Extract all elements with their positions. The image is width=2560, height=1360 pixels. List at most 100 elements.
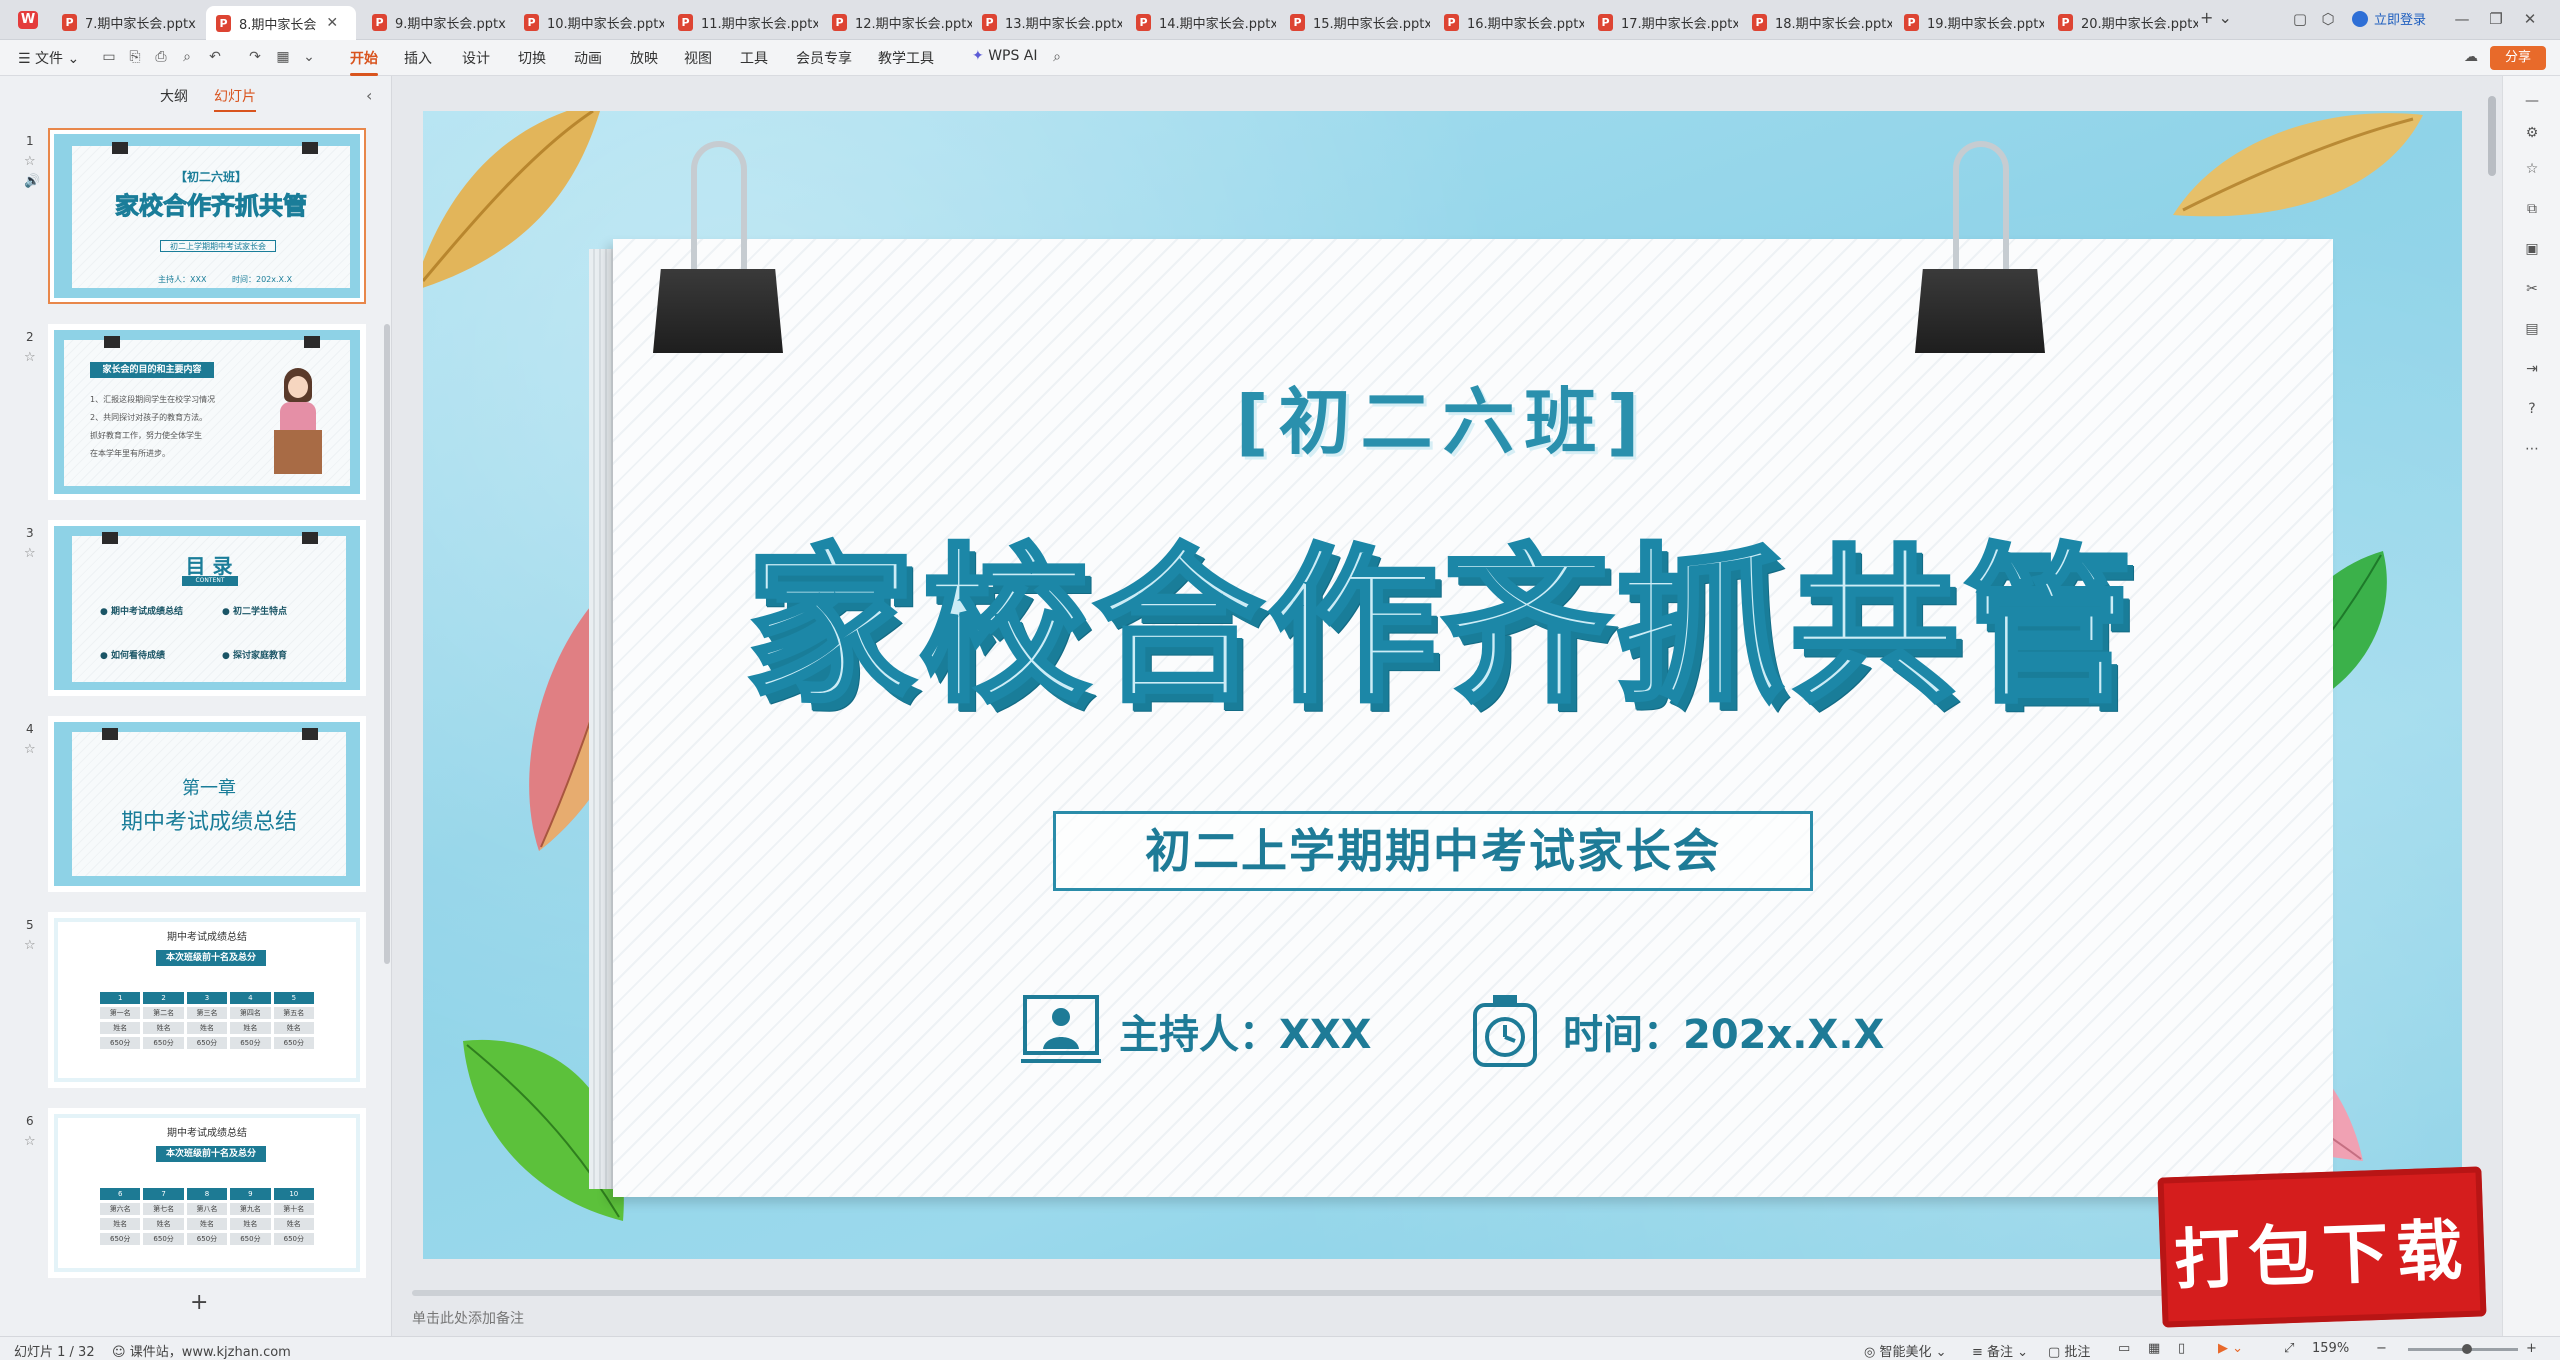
slide-number: 6 [26, 1114, 34, 1128]
menu-tab[interactable]: 插入 [404, 48, 432, 68]
document-tab[interactable]: P 10.期中家长会.pptx [514, 6, 664, 38]
document-tab[interactable]: P 7.期中家长会.pptx [52, 6, 202, 38]
export-icon[interactable]: ⇥ [2523, 360, 2541, 378]
menu-tab[interactable]: 工具 [740, 48, 768, 68]
document-tab[interactable]: P 16.期中家长会.pptx [1434, 6, 1584, 38]
close-tab-icon[interactable]: ✕ [326, 15, 338, 31]
slide-thumbnail-4[interactable]: 第一章 期中考试成绩总结 [48, 716, 366, 892]
minimize-icon[interactable]: — [2452, 9, 2472, 29]
notes-placeholder[interactable]: 单击此处添加备注 [412, 1308, 524, 1328]
zoom-in-icon[interactable]: + [2526, 1341, 2537, 1356]
document-tab[interactable]: P 9.期中家长会.pptx [362, 6, 512, 38]
document-tab[interactable]: P 18.期中家长会.pptx [1742, 6, 1892, 38]
slide-horizontal-scrollbar[interactable] [412, 1290, 2192, 1296]
more-dropdown-icon[interactable]: ⌄ [300, 48, 318, 66]
document-tab[interactable]: P 13.期中家长会.pptx [972, 6, 1122, 38]
time-info[interactable]: 时间：202x.X.X [1465, 993, 1884, 1069]
tab-label: 14.期中家长会.pptx [1159, 16, 1276, 32]
slide-thumbnail-2[interactable]: 家长会的目的和主要内容 1、汇报这段期间学生在校学习情况 2、共同探讨对孩子的教… [48, 324, 366, 500]
class-label[interactable]: [初二六班] [423, 363, 2462, 468]
window-layout-icon[interactable]: ▢ [2290, 9, 2310, 29]
slide-thumbnail-3[interactable]: 目 录 CONTENT ● 期中考试成绩总结 ● 初二学生特点 ● 如何看待成绩… [48, 520, 366, 696]
slide-thumbnail-5[interactable]: 期中考试成绩总结 本次班级前十名及总分 12345 第一名 第二名 第三名 第四名 第五… [48, 912, 366, 1088]
table-cell: 8 [186, 1188, 228, 1200]
reading-view-icon[interactable]: ▯ [2178, 1341, 2185, 1356]
thumb-title: 期中考试成绩总结 [120, 810, 297, 835]
star-icon[interactable]: ☆ [24, 154, 36, 169]
adjust-icon[interactable]: ⚙ [2523, 124, 2541, 142]
subtitle-box[interactable]: 初二上学期期中考试家长会 [1053, 811, 1813, 891]
collapse-rail-icon[interactable]: — [2523, 92, 2541, 110]
redo-icon[interactable]: ↷ [246, 48, 264, 66]
star-icon[interactable]: ☆ [24, 742, 36, 757]
close-window-icon[interactable]: ✕ [2520, 9, 2540, 29]
host-info[interactable]: 主持人：XXX [1021, 993, 1372, 1069]
audio-icon[interactable]: 🔊 [24, 174, 40, 189]
restore-icon[interactable]: ❐ [2486, 9, 2506, 29]
help-icon[interactable]: ? [2523, 400, 2541, 418]
zoom-out-icon[interactable]: − [2376, 1341, 2387, 1356]
copy-icon[interactable]: ⧉ [2523, 200, 2541, 218]
current-slide[interactable]: [初二六班] 家校合作齐抓共管 初二上学期期中考试家长会 主持人：XXX 时间：… [423, 111, 2462, 1259]
zoom-slider[interactable] [2408, 1344, 2518, 1354]
menu-tab[interactable]: 教学工具 [878, 48, 934, 68]
menu-tab[interactable]: 会员专享 [796, 48, 852, 68]
share-button[interactable]: 分享 [2490, 46, 2546, 70]
sorter-view-icon[interactable]: ▦ [2148, 1341, 2160, 1356]
favorite-icon[interactable]: ☆ [2523, 160, 2541, 178]
document-tab[interactable]: P 19.期中家长会.pptx [1894, 6, 2044, 38]
search-icon[interactable]: ⌕ [1048, 48, 1066, 66]
menu-tab[interactable]: 开始 [350, 48, 378, 76]
open-file-icon[interactable]: ⎘ [126, 48, 144, 66]
design-icon[interactable]: ▣ [2523, 240, 2541, 258]
slide-thumbnail-1[interactable]: 【初二六班】 家校合作齐抓共管 初二上学期期中考试家长会 主持人：XXX 时间：… [48, 128, 366, 304]
slide-thumbnail-6[interactable]: 期中考试成绩总结 本次班级前十名及总分 6 7 8 9 10 第六名 第七名 第八名 第九名第… [48, 1108, 366, 1278]
menu-tab[interactable]: 切换 [518, 48, 546, 68]
new-tab-button[interactable]: + ⌄ [2200, 8, 2232, 27]
tools-icon[interactable]: ✂ [2523, 280, 2541, 298]
new-file-icon[interactable]: ▭ [100, 48, 118, 66]
document-tab[interactable]: P 8.期中家长会 ✕ [206, 6, 356, 40]
play-slideshow-icon[interactable]: ▶ ⌄ [2218, 1341, 2243, 1356]
tab-slides[interactable]: 幻灯片 [214, 86, 256, 112]
print-preview-icon[interactable]: ⌕ [178, 48, 196, 66]
file-menu[interactable]: ☰ 文件 ⌄ [18, 48, 79, 68]
menu-tab[interactable]: 视图 [684, 48, 712, 68]
normal-view-icon[interactable]: ▭ [2118, 1341, 2130, 1356]
star-icon[interactable]: ☆ [24, 350, 36, 365]
zoom-level[interactable]: 159% [2312, 1341, 2349, 1356]
document-tab[interactable]: P 11.期中家长会.pptx [668, 6, 818, 38]
print-icon[interactable]: ⎙ [152, 48, 170, 66]
fit-window-icon[interactable]: ⤢ [2284, 1341, 2294, 1356]
book-icon[interactable]: ▤ [2523, 320, 2541, 338]
notes-button[interactable]: ≡ 备注 ⌄ [1972, 1341, 2028, 1360]
menu-tab[interactable]: 设计 [462, 48, 490, 68]
more-icon[interactable]: ⋯ [2523, 440, 2541, 458]
wps-logo-icon[interactable]: W [18, 11, 38, 29]
document-tab[interactable]: P 15.期中家长会.pptx [1280, 6, 1430, 38]
menu-tab[interactable]: 动画 [574, 48, 602, 68]
tab-outline[interactable]: 大纲 [160, 86, 188, 112]
thumb-time: 时间：202x.X.X [232, 275, 293, 284]
add-slide-button[interactable]: + [190, 1290, 208, 1315]
wps-ai-button[interactable]: ✦ WPS AI [972, 48, 1038, 64]
star-icon[interactable]: ☆ [24, 938, 36, 953]
cloud-sync-icon[interactable]: ☁ [2462, 48, 2480, 66]
document-tab[interactable]: P 20.期中家长会.pptx [2048, 6, 2198, 38]
document-tab[interactable]: P 17.期中家长会.pptx [1588, 6, 1738, 38]
document-tab[interactable]: P 12.期中家长会.pptx [822, 6, 972, 38]
cube-icon[interactable]: ⬡ [2318, 9, 2338, 29]
smart-beautify-button[interactable]: ◎ 智能美化 ⌄ [1864, 1341, 1947, 1360]
format-painter-icon[interactable]: ▦ [274, 48, 292, 66]
undo-icon[interactable]: ↶ [206, 48, 224, 66]
comment-button[interactable]: ▢ 批注 [2048, 1341, 2090, 1360]
collapse-panel-icon[interactable]: ‹ [366, 86, 372, 105]
login-link[interactable]: 立即登录 [2352, 9, 2426, 28]
menu-tab[interactable]: 放映 [630, 48, 658, 68]
star-icon[interactable]: ☆ [24, 546, 36, 561]
document-tab[interactable]: P 14.期中家长会.pptx [1126, 6, 1276, 38]
star-icon[interactable]: ☆ [24, 1134, 36, 1149]
main-title[interactable]: 家校合作齐抓共管 [423, 491, 2462, 734]
thumbnail-scrollbar[interactable] [384, 324, 390, 964]
slide-vertical-scrollbar[interactable] [2488, 96, 2496, 176]
